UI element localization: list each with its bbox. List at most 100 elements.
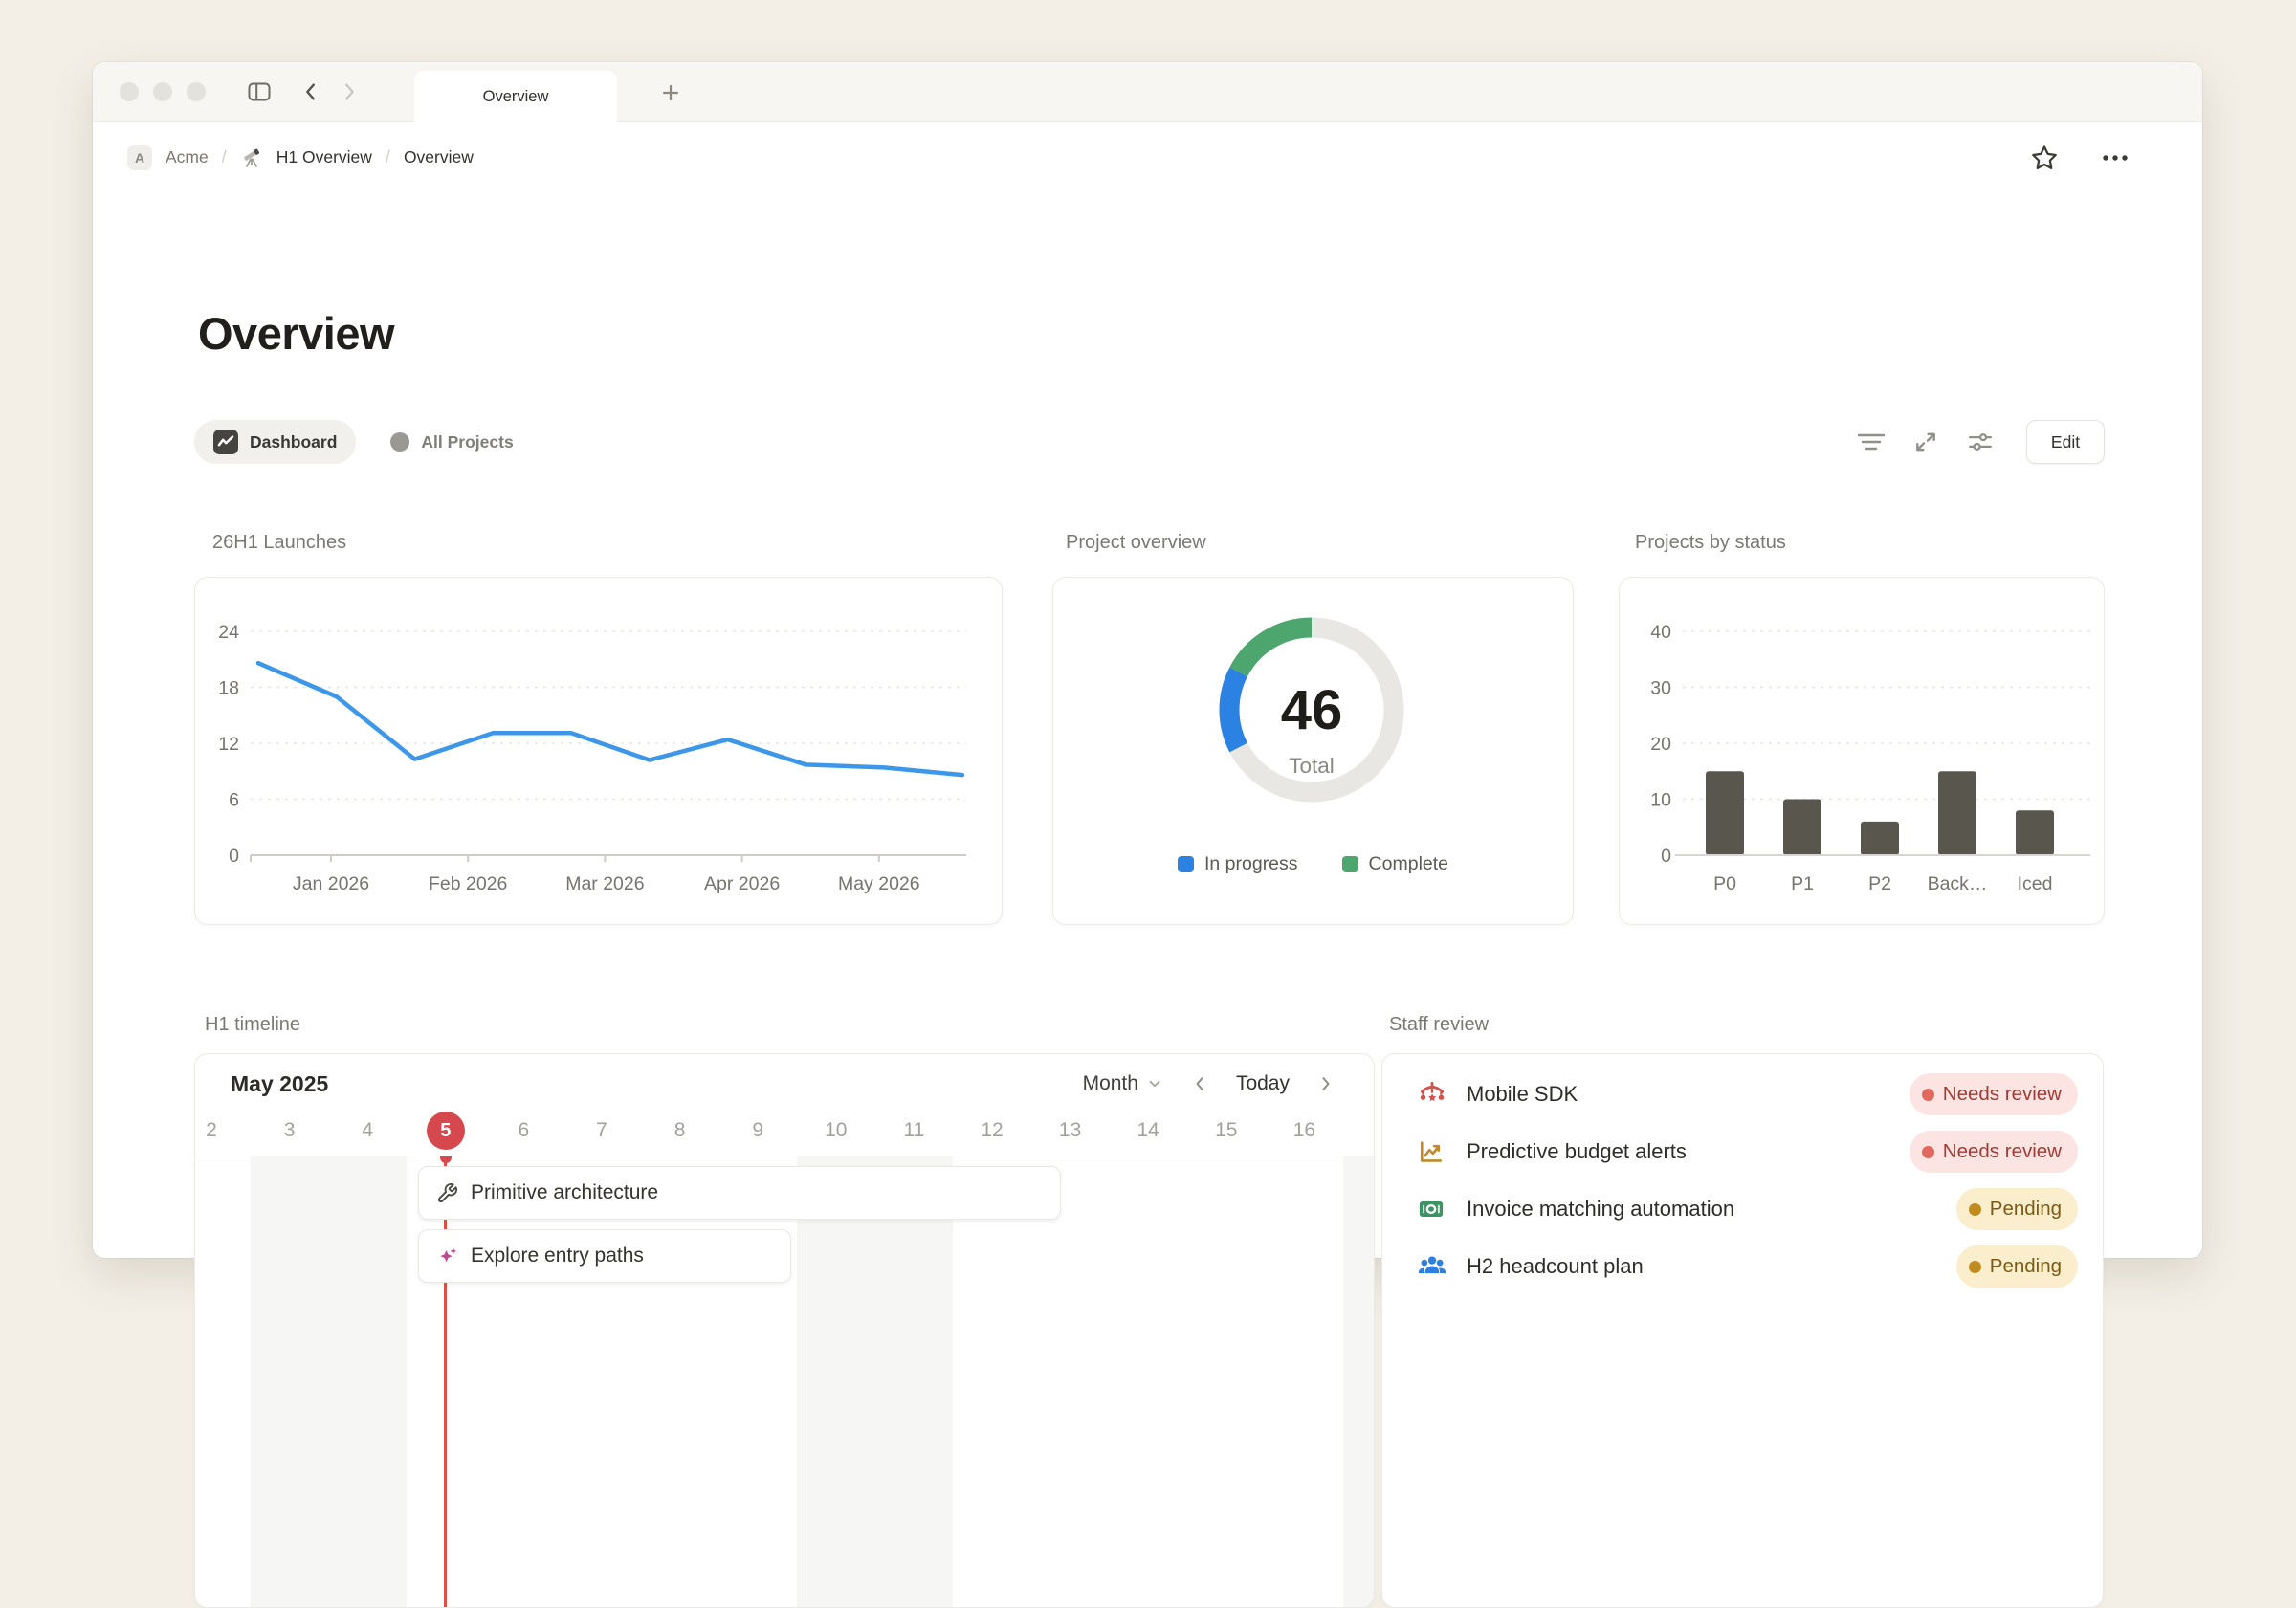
timeline-card: May 2025 Month Today 2345678910111213141… — [194, 1053, 1375, 1608]
svg-text:Feb 2026: Feb 2026 — [429, 873, 507, 894]
zoom-window-button[interactable] — [187, 82, 206, 101]
view-controls: Dashboard All Projects — [194, 419, 2105, 465]
svg-text:0: 0 — [229, 846, 239, 867]
chevron-down-icon — [1146, 1075, 1163, 1092]
project-overview-donut-chart: 46 Total — [1053, 578, 1574, 846]
status-badge: Needs review — [1910, 1073, 2078, 1115]
bar-P0 — [1706, 771, 1744, 855]
today-day-cell: 5 — [427, 1112, 465, 1150]
status-text: Pending — [1990, 1198, 2062, 1221]
staff-review-card: Mobile SDKNeeds reviewPredictive budget … — [1381, 1053, 2104, 1608]
weekend-band — [1343, 1156, 1374, 1607]
minimize-window-button[interactable] — [153, 82, 172, 101]
sliders-icon[interactable] — [1967, 430, 1994, 454]
timeline-event[interactable]: Explore entry paths — [418, 1229, 791, 1283]
today-marker-line — [444, 1156, 447, 1607]
timeline-event-label: Explore entry paths — [471, 1245, 644, 1267]
breadcrumb-parent[interactable]: H1 Overview — [276, 147, 372, 167]
bar-Iced — [2016, 810, 2054, 855]
forward-icon[interactable] — [330, 73, 368, 111]
donut-segment-complete — [1239, 628, 1312, 672]
svg-text:30: 30 — [1650, 678, 1671, 699]
timeline-view-mode-select[interactable]: Month — [1083, 1072, 1163, 1095]
section-title-staff-review: Staff review — [1389, 1014, 1489, 1036]
svg-text:Mar 2026: Mar 2026 — [565, 873, 644, 894]
donut-legend: In progressComplete — [1053, 853, 1573, 875]
close-window-button[interactable] — [120, 82, 139, 101]
timeline-month-label: May 2025 — [231, 1071, 328, 1097]
section-title-by-status: Projects by status — [1635, 532, 1786, 554]
svg-text:May 2026: May 2026 — [838, 873, 920, 894]
legend-item: Complete — [1342, 853, 1448, 875]
status-dot-icon — [1969, 1261, 1981, 1273]
people-icon — [1417, 1251, 1451, 1282]
tab-overview[interactable]: Overview — [414, 71, 617, 122]
status-dot-icon — [1969, 1203, 1981, 1216]
breadcrumb-bar: A Acme / H1 Overview / Overview — [93, 122, 2202, 192]
launches-line-chart: 0 6 12 18 24 Jan 2026 Feb 2026 Mar 2026 Apr 2026… — [195, 578, 1003, 924]
staff-review-row[interactable]: Mobile SDKNeeds review — [1417, 1066, 2078, 1123]
timeline-header: May 2025 Month Today — [195, 1054, 1374, 1100]
donut-total-label: Total — [1289, 754, 1335, 778]
day-cell: 3 — [284, 1119, 296, 1142]
back-icon[interactable] — [292, 73, 330, 111]
bar-P2 — [1861, 822, 1899, 855]
svg-text:24: 24 — [218, 622, 239, 643]
breadcrumb-workspace[interactable]: Acme — [166, 147, 209, 167]
workspace-badge[interactable]: A — [127, 145, 152, 170]
day-cell: 2 — [206, 1119, 217, 1142]
more-options-icon[interactable] — [2101, 153, 2130, 163]
timeline-event[interactable]: Primitive architecture — [418, 1166, 1061, 1220]
svg-text:18: 18 — [218, 678, 239, 699]
today-marker-dot — [440, 1156, 452, 1163]
favorite-star-icon[interactable] — [2030, 143, 2059, 172]
projects-by-status-bar-chart: 010203040P0P1P2Back…Iced — [1620, 578, 2105, 924]
legend-label: Complete — [1369, 853, 1448, 875]
day-cell: 8 — [674, 1119, 686, 1142]
sparkles-icon — [436, 1245, 458, 1267]
tab-all-projects[interactable]: All Projects — [371, 420, 532, 464]
svg-text:12: 12 — [218, 734, 239, 755]
svg-text:Back…: Back… — [1928, 873, 1988, 894]
breadcrumb-separator: / — [386, 147, 390, 167]
edit-button[interactable]: Edit — [2026, 420, 2105, 464]
legend-swatch — [1342, 856, 1358, 872]
timeline-today-button[interactable]: Today — [1236, 1072, 1290, 1095]
svg-text:0: 0 — [1661, 846, 1671, 867]
breadcrumb-current[interactable]: Overview — [404, 147, 474, 167]
timeline-prev-icon[interactable] — [1190, 1074, 1209, 1093]
banknote-icon — [1417, 1195, 1451, 1223]
legend-swatch — [1178, 856, 1194, 872]
status-dot-icon — [1922, 1146, 1934, 1158]
status-badge: Pending — [1956, 1188, 2078, 1230]
new-tab-button[interactable] — [651, 74, 690, 112]
day-cell: 4 — [362, 1119, 373, 1142]
traffic-lights — [120, 82, 206, 101]
line-series — [258, 663, 962, 775]
staff-review-row[interactable]: Invoice matching automationPending — [1417, 1180, 2078, 1238]
status-badge: Pending — [1956, 1245, 2078, 1288]
bar-P1 — [1783, 800, 1821, 856]
wrench-icon — [436, 1182, 458, 1204]
day-cell: 10 — [825, 1119, 847, 1142]
svg-text:6: 6 — [229, 790, 239, 811]
timeline-event-label: Primitive architecture — [471, 1181, 658, 1204]
status-text: Needs review — [1943, 1140, 2062, 1163]
staff-review-row[interactable]: H2 headcount plan Pending — [1417, 1238, 2078, 1295]
svg-text:Jan 2026: Jan 2026 — [293, 873, 369, 894]
svg-text:Apr 2026: Apr 2026 — [704, 873, 780, 894]
svg-text:P0: P0 — [1713, 873, 1736, 894]
filter-icon[interactable] — [1858, 430, 1885, 453]
timeline-view-mode-value: Month — [1083, 1072, 1138, 1095]
day-cell: 14 — [1137, 1119, 1159, 1142]
chart-up-icon — [1417, 1137, 1451, 1166]
staff-review-label: H2 headcount plan — [1467, 1254, 1644, 1279]
tab-dashboard[interactable]: Dashboard — [194, 420, 356, 464]
donut-total-value: 46 — [1281, 679, 1343, 741]
sidebar-toggle-icon[interactable] — [240, 73, 278, 111]
svg-text:P1: P1 — [1791, 873, 1814, 894]
expand-icon[interactable] — [1913, 430, 1938, 454]
timeline-next-icon[interactable] — [1316, 1074, 1336, 1093]
staff-review-row[interactable]: Predictive budget alertsNeeds review — [1417, 1123, 2078, 1180]
day-cell: 12 — [981, 1119, 1003, 1142]
